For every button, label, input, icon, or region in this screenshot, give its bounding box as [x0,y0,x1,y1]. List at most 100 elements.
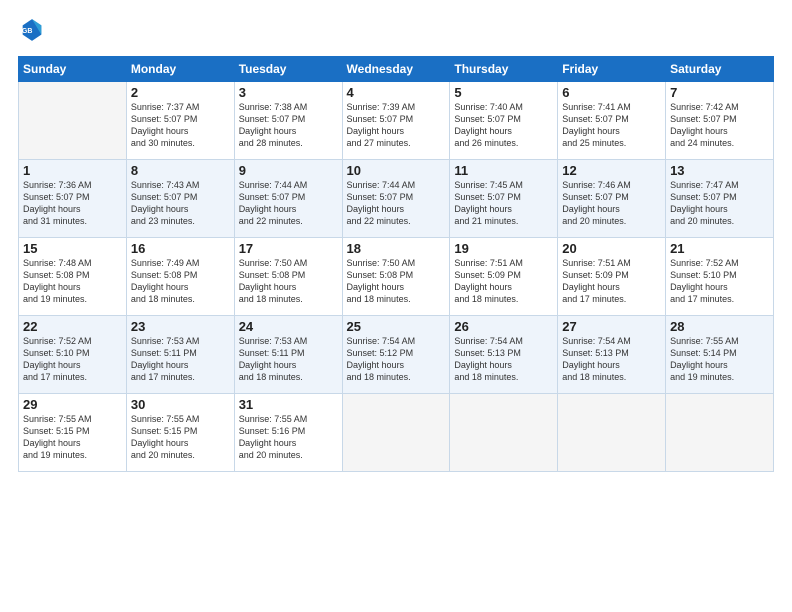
header: GB [18,16,774,44]
calendar-cell: 3Sunrise: 7:38 AMSunset: 5:07 PMDaylight… [234,82,342,160]
calendar-cell: 27Sunrise: 7:54 AMSunset: 5:13 PMDayligh… [558,316,666,394]
dow-header-friday: Friday [558,57,666,82]
calendar-cell [342,394,450,472]
day-info: Sunrise: 7:48 AMSunset: 5:08 PMDaylight … [23,257,122,306]
day-info: Sunrise: 7:42 AMSunset: 5:07 PMDaylight … [670,101,769,150]
day-number: 5 [454,85,553,100]
calendar-cell: 24Sunrise: 7:53 AMSunset: 5:11 PMDayligh… [234,316,342,394]
day-info: Sunrise: 7:53 AMSunset: 5:11 PMDaylight … [239,335,338,384]
day-number: 29 [23,397,122,412]
dow-header-tuesday: Tuesday [234,57,342,82]
calendar-cell: 23Sunrise: 7:53 AMSunset: 5:11 PMDayligh… [126,316,234,394]
day-number: 4 [347,85,446,100]
day-number: 10 [347,163,446,178]
calendar-cell [19,82,127,160]
day-number: 3 [239,85,338,100]
svg-text:GB: GB [22,28,33,35]
logo-icon: GB [18,16,46,44]
day-info: Sunrise: 7:55 AMSunset: 5:14 PMDaylight … [670,335,769,384]
day-number: 30 [131,397,230,412]
day-info: Sunrise: 7:51 AMSunset: 5:09 PMDaylight … [454,257,553,306]
page: GB SundayMondayTuesdayWednesdayThursdayF… [0,0,792,482]
day-number: 12 [562,163,661,178]
day-info: Sunrise: 7:46 AMSunset: 5:07 PMDaylight … [562,179,661,228]
calendar-cell: 20Sunrise: 7:51 AMSunset: 5:09 PMDayligh… [558,238,666,316]
day-number: 27 [562,319,661,334]
calendar-cell: 15Sunrise: 7:48 AMSunset: 5:08 PMDayligh… [19,238,127,316]
day-number: 24 [239,319,338,334]
calendar-cell: 13Sunrise: 7:47 AMSunset: 5:07 PMDayligh… [666,160,774,238]
day-info: Sunrise: 7:54 AMSunset: 5:13 PMDaylight … [454,335,553,384]
calendar-week-4: 29 Sunrise: 7:55 AMSunset: 5:15 PMDayligh… [19,394,774,472]
day-info: Sunrise: 7:44 AMSunset: 5:07 PMDaylight … [347,179,446,228]
day-info: Sunrise: 7:45 AMSunset: 5:07 PMDaylight … [454,179,553,228]
calendar-cell: 5Sunrise: 7:40 AMSunset: 5:07 PMDaylight… [450,82,558,160]
calendar-cell: 25Sunrise: 7:54 AMSunset: 5:12 PMDayligh… [342,316,450,394]
day-info: Sunrise: 7:50 AMSunset: 5:08 PMDaylight … [347,257,446,306]
day-info: Sunrise: 7:36 AMSunset: 5:07 PMDaylight … [23,179,122,228]
day-number: 16 [131,241,230,256]
day-number: 11 [454,163,553,178]
day-info: Sunrise: 7:55 AMSunset: 5:16 PMDaylight … [239,413,338,462]
day-info: Sunrise: 7:51 AMSunset: 5:09 PMDaylight … [562,257,661,306]
day-number: 25 [347,319,446,334]
day-info: Sunrise: 7:44 AMSunset: 5:07 PMDaylight … [239,179,338,228]
calendar-cell: 30Sunrise: 7:55 AMSunset: 5:15 PMDayligh… [126,394,234,472]
day-info: Sunrise: 7:53 AMSunset: 5:11 PMDaylight … [131,335,230,384]
calendar-cell: 7Sunrise: 7:42 AMSunset: 5:07 PMDaylight… [666,82,774,160]
calendar-cell: 19Sunrise: 7:51 AMSunset: 5:09 PMDayligh… [450,238,558,316]
calendar-cell: 4Sunrise: 7:39 AMSunset: 5:07 PMDaylight… [342,82,450,160]
day-number: 23 [131,319,230,334]
calendar-cell: 2Sunrise: 7:37 AMSunset: 5:07 PMDaylight… [126,82,234,160]
calendar-cell: 18Sunrise: 7:50 AMSunset: 5:08 PMDayligh… [342,238,450,316]
day-number: 21 [670,241,769,256]
day-number: 22 [23,319,122,334]
day-info: Sunrise: 7:54 AMSunset: 5:13 PMDaylight … [562,335,661,384]
day-number: 9 [239,163,338,178]
calendar-cell: 6Sunrise: 7:41 AMSunset: 5:07 PMDaylight… [558,82,666,160]
calendar-cell: 9Sunrise: 7:44 AMSunset: 5:07 PMDaylight… [234,160,342,238]
day-number: 18 [347,241,446,256]
day-info: Sunrise: 7:47 AMSunset: 5:07 PMDaylight … [670,179,769,228]
day-info: Sunrise: 7:39 AMSunset: 5:07 PMDaylight … [347,101,446,150]
calendar-cell: 29Sunrise: 7:55 AMSunset: 5:15 PMDayligh… [19,394,127,472]
day-number: 13 [670,163,769,178]
day-number: 1 [23,163,122,178]
calendar-cell: 28Sunrise: 7:55 AMSunset: 5:14 PMDayligh… [666,316,774,394]
day-number: 8 [131,163,230,178]
calendar-cell: 31Sunrise: 7:55 AMSunset: 5:16 PMDayligh… [234,394,342,472]
calendar-cell: 26Sunrise: 7:54 AMSunset: 5:13 PMDayligh… [450,316,558,394]
day-info: Sunrise: 7:52 AMSunset: 5:10 PMDaylight … [670,257,769,306]
dow-header-saturday: Saturday [666,57,774,82]
day-number: 7 [670,85,769,100]
calendar-cell: 12Sunrise: 7:46 AMSunset: 5:07 PMDayligh… [558,160,666,238]
calendar-cell [450,394,558,472]
day-info: Sunrise: 7:50 AMSunset: 5:08 PMDaylight … [239,257,338,306]
day-number: 19 [454,241,553,256]
calendar-cell [666,394,774,472]
logo: GB [18,16,50,44]
calendar-week-1: 1Sunrise: 7:36 AMSunset: 5:07 PMDaylight… [19,160,774,238]
day-info: Sunrise: 7:49 AMSunset: 5:08 PMDaylight … [131,257,230,306]
day-number: 6 [562,85,661,100]
day-number: 31 [239,397,338,412]
day-number: 20 [562,241,661,256]
day-info: Sunrise: 7:41 AMSunset: 5:07 PMDaylight … [562,101,661,150]
calendar-week-0: 2Sunrise: 7:37 AMSunset: 5:07 PMDaylight… [19,82,774,160]
dow-header-sunday: Sunday [19,57,127,82]
day-info: Sunrise: 7:55 AMSunset: 5:15 PMDaylight … [131,413,230,462]
day-info: Sunrise: 7:40 AMSunset: 5:07 PMDaylight … [454,101,553,150]
calendar-cell: 10Sunrise: 7:44 AMSunset: 5:07 PMDayligh… [342,160,450,238]
calendar-cell: 8Sunrise: 7:43 AMSunset: 5:07 PMDaylight… [126,160,234,238]
day-info: Sunrise: 7:38 AMSunset: 5:07 PMDaylight … [239,101,338,150]
day-number: 17 [239,241,338,256]
calendar-cell: 16Sunrise: 7:49 AMSunset: 5:08 PMDayligh… [126,238,234,316]
calendar-cell: 22Sunrise: 7:52 AMSunset: 5:10 PMDayligh… [19,316,127,394]
calendar-cell: 17Sunrise: 7:50 AMSunset: 5:08 PMDayligh… [234,238,342,316]
dow-header-wednesday: Wednesday [342,57,450,82]
calendar-table: SundayMondayTuesdayWednesdayThursdayFrid… [18,56,774,472]
day-info: Sunrise: 7:43 AMSunset: 5:07 PMDaylight … [131,179,230,228]
day-info: Sunrise: 7:52 AMSunset: 5:10 PMDaylight … [23,335,122,384]
calendar-cell [558,394,666,472]
day-number: 28 [670,319,769,334]
